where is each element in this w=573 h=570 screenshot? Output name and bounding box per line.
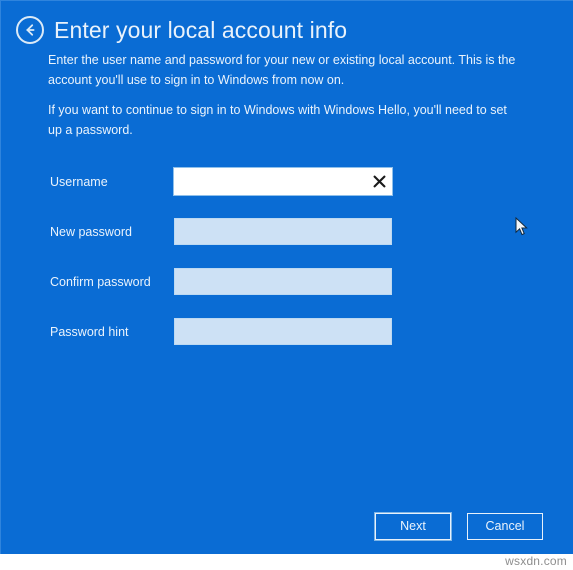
account-form: Username New password Confirm password P… [50, 168, 395, 368]
field-row-confirm-password: Confirm password [50, 268, 395, 318]
field-row-new-password: New password [50, 218, 395, 268]
page-title: Enter your local account info [54, 16, 348, 43]
next-button[interactable]: Next [375, 513, 451, 540]
local-account-setup-screen: Enter your local account info Enter the … [0, 0, 573, 554]
username-label: Username [50, 175, 108, 189]
page-header: Enter your local account info [16, 16, 347, 44]
field-row-password-hint: Password hint [50, 318, 395, 368]
description-paragraph-2: If you want to continue to sign in to Wi… [48, 103, 507, 138]
username-input-wrap[interactable] [174, 168, 392, 195]
new-password-input[interactable] [175, 219, 391, 244]
close-x-icon[interactable] [367, 169, 391, 194]
watermark-strip: wsxdn.com [0, 554, 573, 570]
field-row-username: Username [50, 168, 395, 218]
password-hint-input-wrap[interactable] [174, 318, 392, 345]
confirm-password-input[interactable] [175, 269, 391, 294]
cancel-button[interactable]: Cancel [467, 513, 543, 540]
password-hint-label: Password hint [50, 325, 129, 339]
footer-button-bar: Next Cancel [375, 513, 543, 540]
password-hint-input[interactable] [175, 319, 391, 344]
mouse-pointer-icon [515, 216, 529, 237]
back-arrow-circle-icon[interactable] [16, 16, 44, 44]
username-input[interactable] [175, 169, 367, 194]
watermark-text: wsxdn.com [505, 554, 567, 568]
description-paragraph-1: Enter the user name and password for you… [48, 53, 516, 88]
new-password-label: New password [50, 225, 132, 239]
confirm-password-input-wrap[interactable] [174, 268, 392, 295]
confirm-password-label: Confirm password [50, 275, 151, 289]
new-password-input-wrap[interactable] [174, 218, 392, 245]
